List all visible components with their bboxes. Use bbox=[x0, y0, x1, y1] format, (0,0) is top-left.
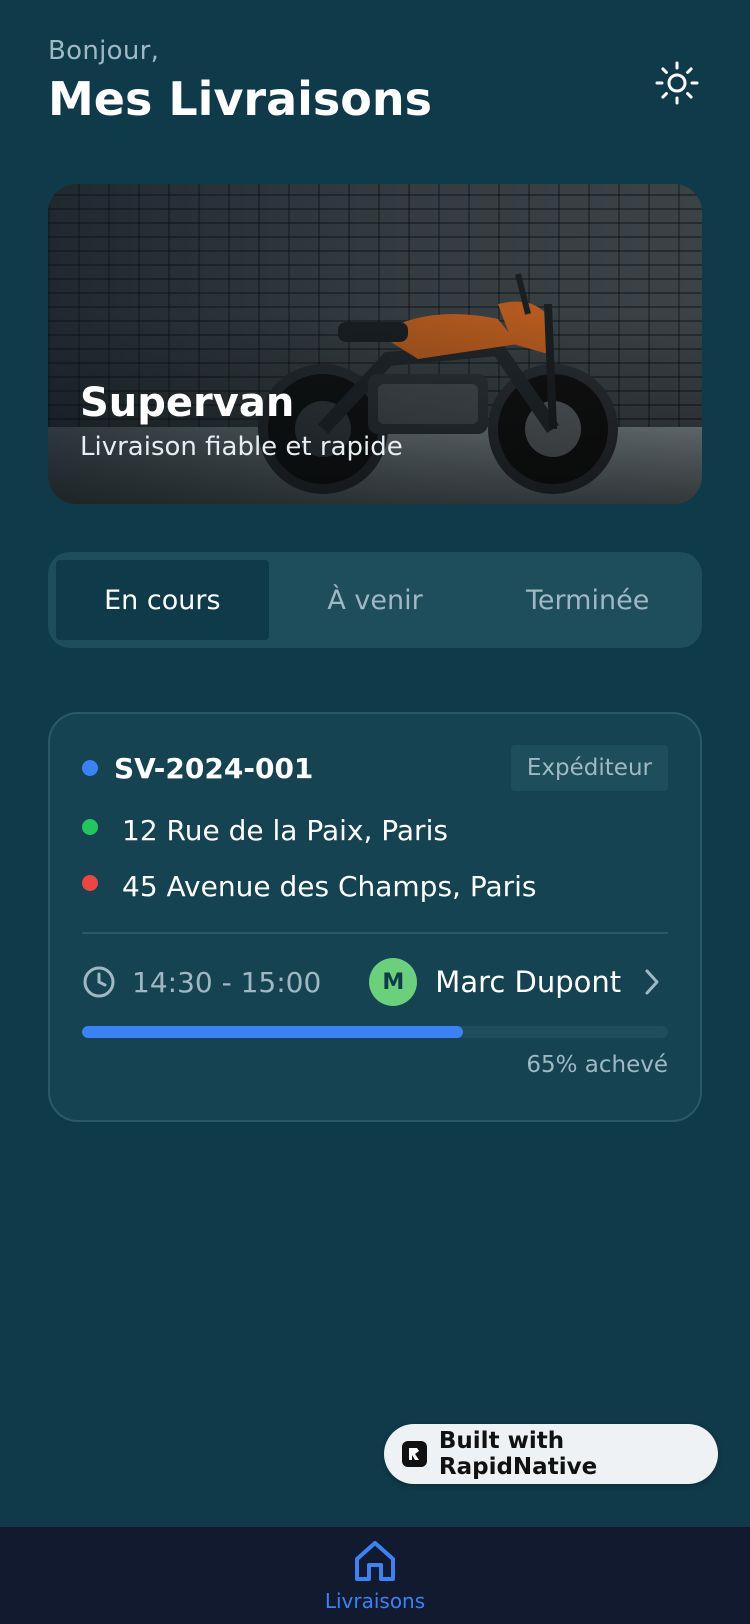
delivery-card-header: SV-2024-001 Expéditeur bbox=[82, 744, 668, 792]
status-tabs: En cours À venir Terminée bbox=[48, 552, 702, 648]
tab-terminee[interactable]: Terminée bbox=[481, 560, 694, 640]
pickup-address: 12 Rue de la Paix, Paris bbox=[122, 813, 448, 847]
hero-banner: Supervan Livraison fiable et rapide bbox=[48, 184, 702, 504]
chevron-right-icon bbox=[645, 969, 659, 995]
dropoff-address: 45 Avenue des Champs, Paris bbox=[122, 869, 537, 903]
home-icon bbox=[355, 1541, 395, 1581]
bottom-tab-bar: Livraisons bbox=[0, 1526, 750, 1624]
rapidnative-logo-icon bbox=[402, 1441, 427, 1467]
status-dot bbox=[82, 760, 98, 776]
hero-text: Supervan Livraison fiable et rapide bbox=[80, 380, 403, 462]
progress-label: 65% achevé bbox=[526, 1052, 668, 1078]
pickup-dot bbox=[82, 819, 98, 835]
dropoff-dot bbox=[82, 875, 98, 891]
nav-item-livraisons[interactable]: Livraisons bbox=[320, 1537, 430, 1624]
sun-icon bbox=[655, 61, 699, 105]
pickup-address-row: 12 Rue de la Paix, Paris bbox=[82, 812, 668, 848]
driver-avatar: M bbox=[369, 958, 418, 1006]
delivery-time: 14:30 - 15:00 bbox=[132, 965, 322, 999]
built-with-text: Built with RapidNative bbox=[438, 1428, 598, 1480]
delivery-id-wrap: SV-2024-001 bbox=[82, 752, 313, 785]
header: Bonjour, Mes Livraisons bbox=[48, 36, 702, 126]
progress-bar-fill bbox=[82, 1026, 463, 1038]
delivery-card[interactable]: SV-2024-001 Expéditeur 12 Rue de la Paix… bbox=[48, 712, 702, 1122]
greeting-text: Bonjour, bbox=[48, 36, 160, 66]
app-screen: Bonjour, Mes Livraisons Supervan Livrais… bbox=[0, 0, 750, 1624]
dropoff-address-row: 45 Avenue des Champs, Paris bbox=[82, 868, 668, 904]
delivery-meta-row: 14:30 - 15:00 M Marc Dupont bbox=[82, 958, 668, 1006]
progress-bar bbox=[82, 1026, 668, 1038]
page-title: Mes Livraisons bbox=[48, 72, 433, 126]
hero-subtitle: Livraison fiable et rapide bbox=[80, 432, 403, 462]
nav-item-label: Livraisons bbox=[324, 1589, 426, 1613]
tab-a-venir[interactable]: À venir bbox=[269, 560, 482, 640]
card-divider bbox=[82, 932, 668, 934]
clock-icon bbox=[83, 966, 115, 998]
theme-toggle-button[interactable] bbox=[652, 58, 702, 108]
driver-name: Marc Dupont bbox=[435, 965, 622, 999]
open-details-button[interactable] bbox=[636, 962, 668, 1002]
delivery-id: SV-2024-001 bbox=[114, 751, 314, 785]
hero-title: Supervan bbox=[80, 380, 295, 426]
role-badge: Expéditeur bbox=[510, 745, 668, 791]
tab-en-cours[interactable]: En cours bbox=[56, 560, 269, 640]
built-with-badge[interactable]: Built with RapidNative bbox=[384, 1424, 718, 1484]
